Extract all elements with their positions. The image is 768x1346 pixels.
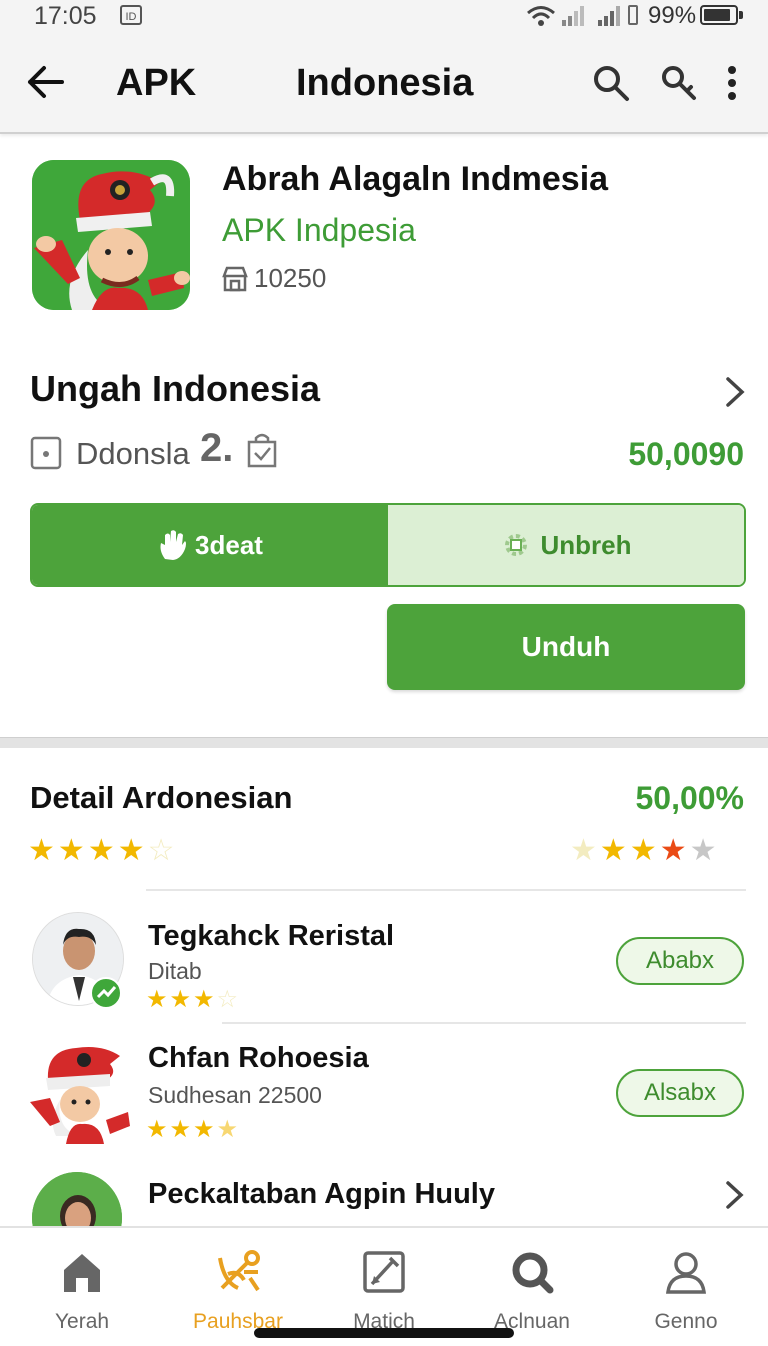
nav-item-home[interactable]: Yerah [22, 1228, 142, 1346]
divider-line [222, 1022, 746, 1024]
avatar[interactable] [26, 1040, 130, 1144]
detail-title: Detail Ardonesian [30, 780, 293, 815]
rating-stars-left: ★ ★ ★ ★ ☆ [28, 836, 175, 866]
download-count: 10250 [254, 263, 327, 293]
download-button[interactable]: Unduh [387, 604, 745, 690]
back-arrow-icon[interactable] [26, 64, 66, 100]
rating-stars-right: ★ ★ ★ ★ ★ [570, 836, 717, 866]
app-bar-title-left: APK [116, 62, 197, 104]
signal-icon-2 [598, 6, 620, 26]
segment-right-label: Unbreh [540, 529, 632, 560]
verified-icon [90, 977, 122, 1009]
battery-nub [739, 11, 743, 19]
app-bar: APK Indonesia [0, 34, 768, 134]
device-icon [30, 436, 62, 470]
search-icon [512, 1252, 554, 1294]
star-icon: ★ [28, 834, 55, 867]
segment-right[interactable]: Unbreh [388, 505, 744, 585]
segment-left[interactable]: 3deat [32, 505, 388, 585]
star-empty-icon: ★ [570, 834, 597, 867]
star-icon: ★ [117, 834, 145, 867]
star-icon: ★ [629, 834, 657, 867]
gear-icon [504, 534, 527, 556]
bag-check-icon [247, 433, 277, 468]
star-empty-icon: ☆ [147, 834, 175, 867]
mascot-avatar-icon [30, 1047, 130, 1144]
home-indicator[interactable] [254, 1328, 514, 1338]
chevron-right-icon[interactable] [724, 376, 746, 408]
battery-percent: 99% [648, 2, 697, 29]
segment-left-label: 3deat [195, 529, 263, 560]
hand-icon [160, 530, 187, 560]
status-bar: 17:05 ID 99% [0, 0, 768, 34]
star-icon: ★ [599, 834, 627, 867]
review-stars: ★ ★ ★ ☆ [146, 986, 239, 1013]
chart-icon [218, 1250, 260, 1292]
app-name: Abrah Alagaln Indmesia [222, 160, 609, 198]
star-icon: ★ [87, 834, 115, 867]
nav-label: Genno [654, 1310, 718, 1333]
section-title[interactable]: Ungah Indonesia [30, 368, 320, 410]
section-value: 50,0090 [628, 436, 744, 472]
section-sub-label: Ddonsla [76, 436, 190, 471]
star-grey-icon: ★ [689, 834, 717, 867]
review-sub: Ditab [148, 958, 202, 984]
search-icon[interactable] [592, 64, 630, 102]
more-vert-icon[interactable] [722, 64, 742, 102]
home-icon [64, 1254, 100, 1292]
battery-icon [700, 5, 738, 25]
mascot-icon [32, 160, 190, 310]
review-name: Chfan Rohoesia [148, 1042, 369, 1074]
nav-label: Yerah [54, 1310, 110, 1333]
app-icon [32, 160, 190, 310]
key-search-icon[interactable] [660, 64, 698, 102]
star-icon: ★ [57, 834, 85, 867]
review-stars: ★ ★ ★ ★ [146, 1116, 239, 1143]
segmented-control: 3deat Unbreh [30, 503, 746, 587]
section-sub-number: 2. [200, 426, 234, 470]
divider-line [146, 889, 746, 891]
app-developer[interactable]: APK Indpesia [222, 212, 416, 249]
section-divider [0, 737, 768, 748]
store-icon [222, 266, 248, 292]
signal-icon [562, 6, 584, 26]
nav-item-genno[interactable]: Genno [626, 1228, 746, 1346]
edit-icon [363, 1251, 405, 1293]
review-name: Peckaltaban Agpin Huuly [148, 1178, 495, 1210]
battery-small-icon [628, 5, 638, 25]
detail-value: 50,00% [635, 780, 744, 816]
review-name: Tegkahck Reristal [148, 920, 395, 952]
review-sub: Sudhesan 22500 [148, 1082, 322, 1108]
chevron-right-icon[interactable] [724, 1180, 746, 1210]
profile-icon [666, 1252, 706, 1294]
star-red-icon: ★ [659, 834, 687, 867]
review-action-button[interactable]: Alsabх [616, 1069, 744, 1117]
app-bar-title: Indonesia [296, 62, 474, 104]
status-time: 17:05 [34, 2, 97, 30]
review-action-button[interactable]: Ababх [616, 937, 744, 985]
wifi-icon [527, 6, 555, 26]
sim-icon: ID [120, 5, 142, 25]
